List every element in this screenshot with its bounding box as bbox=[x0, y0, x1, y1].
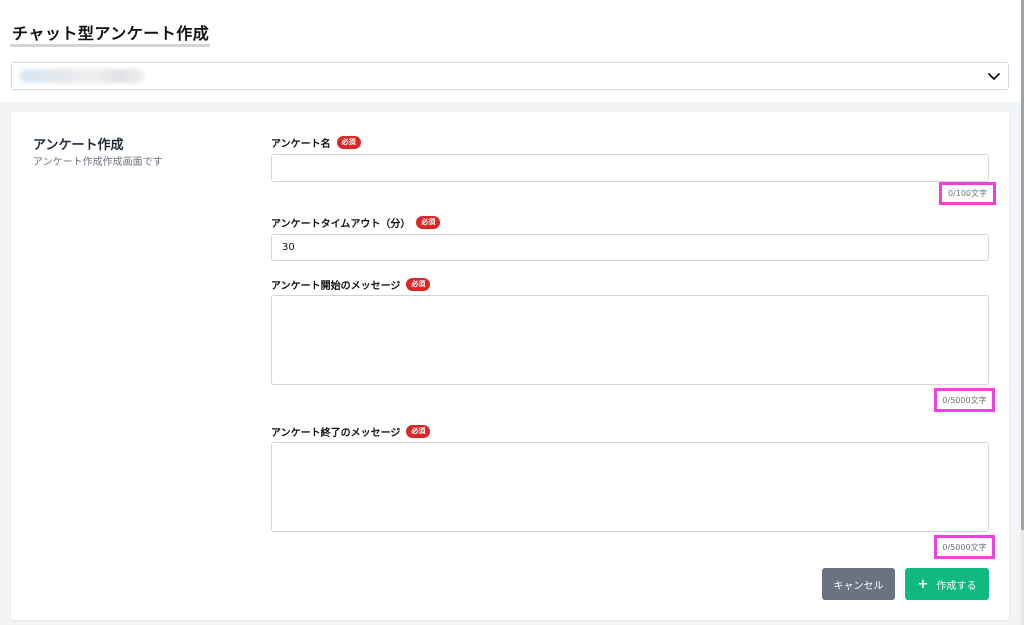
cancel-button[interactable]: キャンセル bbox=[822, 568, 895, 600]
required-badge: 必須 bbox=[406, 278, 431, 291]
end-message-label: アンケート終了のメッセージ 必須 bbox=[271, 424, 431, 439]
start-message-textarea[interactable] bbox=[271, 295, 989, 385]
title-underline bbox=[10, 44, 210, 47]
plus-icon: + bbox=[917, 576, 929, 592]
survey-name-char-counter: 0/100文字 bbox=[939, 182, 996, 205]
start-message-label-text: アンケート開始のメッセージ bbox=[271, 281, 401, 292]
select-value bbox=[20, 69, 145, 83]
section-title: アンケート作成 bbox=[33, 138, 124, 153]
survey-form-card: アンケート作成 アンケート作成作成画面です アンケート名 必須 0/100文字 … bbox=[11, 112, 1009, 620]
survey-target-select[interactable] bbox=[11, 62, 1009, 90]
survey-timeout-label: アンケートタイムアウト（分） 必須 bbox=[271, 215, 441, 230]
start-message-char-counter: 0/5000文字 bbox=[934, 388, 995, 412]
survey-timeout-input[interactable] bbox=[271, 234, 989, 261]
page-title: チャット型アンケート作成 bbox=[12, 24, 210, 43]
end-message-label-text: アンケート終了のメッセージ bbox=[271, 428, 401, 439]
start-message-label: アンケート開始のメッセージ 必須 bbox=[271, 277, 431, 292]
required-badge: 必須 bbox=[336, 136, 361, 149]
end-message-textarea[interactable] bbox=[271, 442, 989, 532]
survey-name-input[interactable] bbox=[271, 154, 989, 182]
end-message-char-counter: 0/5000文字 bbox=[934, 535, 995, 559]
required-badge: 必須 bbox=[416, 216, 441, 229]
create-button[interactable]: + 作成する bbox=[905, 568, 989, 600]
survey-timeout-label-text: アンケートタイムアウト（分） bbox=[271, 219, 411, 230]
survey-name-label: アンケート名 必須 bbox=[271, 135, 361, 150]
create-button-label: 作成する bbox=[936, 580, 977, 592]
survey-name-label-text: アンケート名 bbox=[271, 139, 331, 150]
chevron-down-icon[interactable] bbox=[986, 68, 1002, 84]
top-bar: チャット型アンケート作成 bbox=[0, 0, 1024, 102]
section-description: アンケート作成作成画面です bbox=[33, 157, 163, 168]
required-badge: 必須 bbox=[406, 425, 431, 438]
